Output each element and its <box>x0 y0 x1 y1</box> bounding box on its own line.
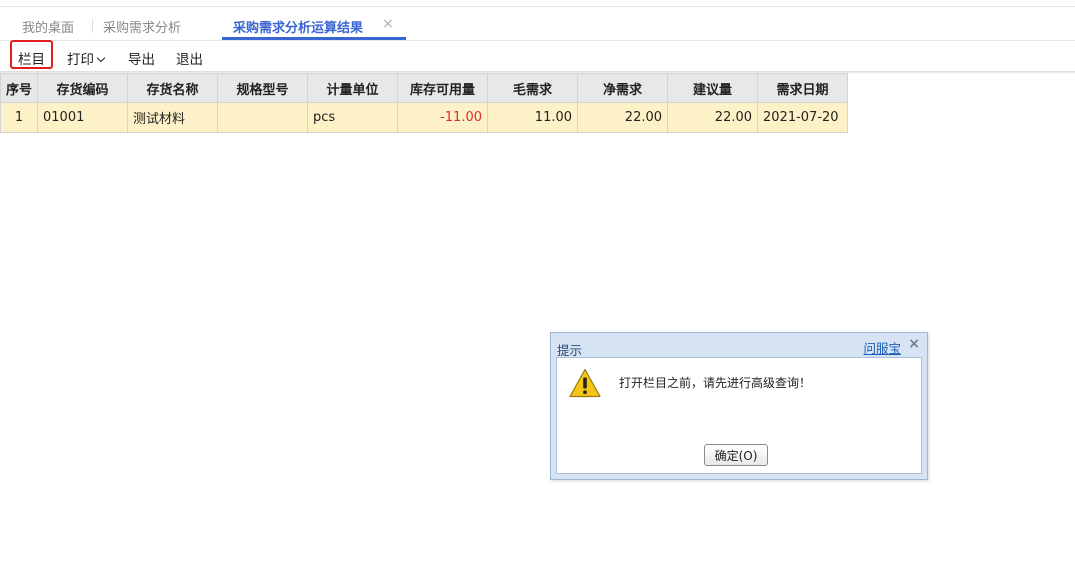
dialog-message: 打开栏目之前，请先进行高级查询！ <box>619 376 812 390</box>
col-header-gross-demand[interactable]: 毛需求 <box>487 73 579 103</box>
chevron-down-icon <box>96 53 106 63</box>
tab-analysis-result[interactable]: 采购需求分析运算结果 <box>233 17 363 36</box>
result-grid: 序号 存货编码 存货名称 规格型号 计量单位 库存可用量 毛需求 净需求 建议量… <box>0 73 849 133</box>
tab-purchase-demand-analysis[interactable]: 采购需求分析 <box>103 17 181 36</box>
tab-separator <box>92 19 93 33</box>
print-button-label: 打印 <box>67 52 94 68</box>
table-row[interactable]: 1 01001 测试材料 pcs -11.00 11.00 22.00 22.0… <box>0 102 849 133</box>
col-header-seq[interactable]: 序号 <box>0 73 39 103</box>
cell-net-demand[interactable]: 22.00 <box>577 102 669 133</box>
col-header-demand-date[interactable]: 需求日期 <box>757 73 849 103</box>
cell-suggested-qty[interactable]: 22.00 <box>667 102 759 133</box>
col-header-item-name[interactable]: 存货名称 <box>127 73 219 103</box>
tab-bar: 我的桌面 采购需求分析 采购需求分析运算结果 × <box>0 8 1075 40</box>
col-header-item-code[interactable]: 存货编码 <box>37 73 129 103</box>
cell-seq[interactable]: 1 <box>0 102 39 133</box>
toolbar: 栏目 打印 导出 退出 <box>0 40 1075 72</box>
col-header-suggested-qty[interactable]: 建议量 <box>667 73 759 103</box>
col-header-available-stock[interactable]: 库存可用量 <box>397 73 489 103</box>
col-header-net-demand[interactable]: 净需求 <box>577 73 669 103</box>
top-divider <box>0 6 1075 7</box>
cell-spec[interactable] <box>217 102 309 133</box>
prompt-dialog: 提示 问服宝 × 打开栏目之前，请先进行高级查询！ 确定(O) <box>550 332 928 480</box>
ok-button[interactable]: 确定(O) <box>704 444 768 466</box>
grid-header-row: 序号 存货编码 存货名称 规格型号 计量单位 库存可用量 毛需求 净需求 建议量… <box>0 73 849 103</box>
col-header-unit[interactable]: 计量单位 <box>307 73 399 103</box>
cell-available-stock[interactable]: -11.00 <box>397 102 489 133</box>
export-button[interactable]: 导出 <box>128 48 155 68</box>
dialog-help-link[interactable]: 问服宝 <box>863 338 901 357</box>
tab-my-desktop[interactable]: 我的桌面 <box>22 17 74 36</box>
exit-button[interactable]: 退出 <box>176 48 203 68</box>
cell-unit[interactable]: pcs <box>307 102 399 133</box>
cell-item-name[interactable]: 测试材料 <box>127 102 219 133</box>
tab-close-icon[interactable]: × <box>382 16 394 32</box>
cell-demand-date[interactable]: 2021-07-20 <box>757 102 849 133</box>
warning-triangle-icon <box>569 368 601 398</box>
dialog-body: 打开栏目之前，请先进行高级查询！ 确定(O) <box>556 357 922 474</box>
columns-button[interactable]: 栏目 <box>18 48 45 68</box>
print-button[interactable]: 打印 <box>67 48 106 68</box>
col-header-spec[interactable]: 规格型号 <box>217 73 309 103</box>
cell-gross-demand[interactable]: 11.00 <box>487 102 579 133</box>
cell-item-code[interactable]: 01001 <box>37 102 129 133</box>
dialog-close-icon[interactable]: × <box>908 336 920 352</box>
